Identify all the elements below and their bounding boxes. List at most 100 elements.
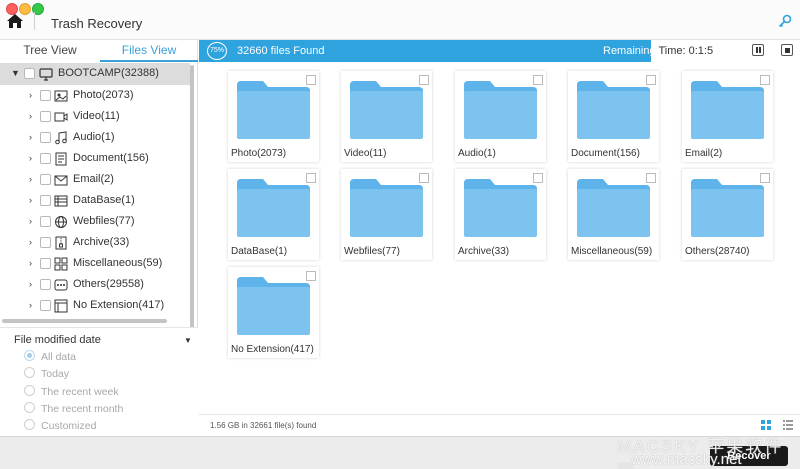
folder-card[interactable]: No Extension(417) bbox=[228, 267, 319, 358]
folder-card[interactable]: Document(156) bbox=[568, 71, 659, 162]
key-icon[interactable] bbox=[778, 14, 792, 28]
tree-item-checkbox[interactable] bbox=[40, 90, 51, 101]
grid-view-icon[interactable] bbox=[761, 420, 771, 430]
folder-card[interactable]: Others(28740) bbox=[682, 169, 773, 260]
tree-item-document[interactable]: › Document(156) bbox=[0, 148, 190, 169]
title-bar: Trash Recovery bbox=[0, 0, 800, 40]
pause-button[interactable] bbox=[752, 44, 764, 56]
tree-item-no-extension[interactable]: › No Extension(417) bbox=[0, 295, 190, 316]
tab-tree-view[interactable]: Tree View bbox=[0, 40, 100, 62]
folder-label: Others(28740) bbox=[685, 246, 750, 257]
filter-title[interactable]: File modified date bbox=[14, 334, 101, 346]
chevron-right-icon[interactable]: › bbox=[29, 175, 37, 184]
tree-item-label: Webfiles(77) bbox=[73, 215, 135, 227]
folder-icon bbox=[464, 179, 537, 237]
folder-label: DataBase(1) bbox=[231, 246, 288, 257]
tree-list: ▼ BOOTCAMP(32388) › Photo(2073) › Video(… bbox=[0, 63, 198, 358]
tree-item-database[interactable]: › DataBase(1) bbox=[0, 190, 190, 211]
tree-item-label: Email(2) bbox=[73, 173, 114, 185]
tree-item-checkbox[interactable] bbox=[40, 195, 51, 206]
tree-item-checkbox[interactable] bbox=[40, 111, 51, 122]
tree-item-others[interactable]: › Others(29558) bbox=[0, 274, 190, 295]
radio-today[interactable] bbox=[24, 367, 35, 378]
chevron-right-icon[interactable]: › bbox=[29, 301, 37, 310]
tree-item-checkbox[interactable] bbox=[40, 174, 51, 185]
tree-item-checkbox[interactable] bbox=[40, 279, 51, 290]
radio-customized[interactable] bbox=[24, 419, 35, 430]
folder-card[interactable]: Audio(1) bbox=[455, 71, 546, 162]
folder-card[interactable]: Webfiles(77) bbox=[341, 169, 432, 260]
tree-item-checkbox[interactable] bbox=[40, 300, 51, 311]
misc-icon bbox=[54, 257, 68, 271]
folder-card[interactable]: Email(2) bbox=[682, 71, 773, 162]
app-title: Trash Recovery bbox=[51, 16, 143, 31]
folder-icon bbox=[577, 179, 650, 237]
chevron-right-icon[interactable]: › bbox=[29, 259, 37, 268]
chevron-right-icon[interactable]: › bbox=[29, 196, 37, 205]
tree-item-miscellaneous[interactable]: › Miscellaneous(59) bbox=[0, 253, 190, 274]
folder-label: Miscellaneous(59) bbox=[571, 246, 653, 257]
home-icon[interactable] bbox=[6, 13, 24, 29]
tree-item-checkbox[interactable] bbox=[40, 153, 51, 164]
email-icon bbox=[54, 175, 68, 186]
radio-all-data[interactable] bbox=[24, 350, 35, 361]
tree-vertical-scrollbar[interactable] bbox=[190, 65, 194, 350]
folder-card[interactable]: Miscellaneous(59) bbox=[568, 169, 659, 260]
tree-root-label: BOOTCAMP(32388) bbox=[58, 67, 159, 79]
folder-icon bbox=[237, 277, 310, 335]
folder-card[interactable]: Archive(33) bbox=[455, 169, 546, 260]
tree-item-label: Archive(33) bbox=[73, 236, 130, 248]
chevron-right-icon[interactable]: › bbox=[29, 154, 37, 163]
tree-item-archive[interactable]: › Archive(33) bbox=[0, 232, 190, 253]
tree-item-checkbox[interactable] bbox=[40, 132, 51, 143]
folder-label: Video(11) bbox=[344, 148, 387, 159]
expand-down-icon[interactable]: ▼ bbox=[11, 69, 20, 78]
title-separator bbox=[34, 12, 35, 30]
chevron-right-icon[interactable]: › bbox=[29, 91, 37, 100]
chevron-right-icon[interactable]: › bbox=[29, 133, 37, 142]
tree-item-email[interactable]: › Email(2) bbox=[0, 169, 190, 190]
radio-label: The recent week bbox=[41, 386, 119, 398]
tree-item-checkbox[interactable] bbox=[40, 216, 51, 227]
radio-label: Today bbox=[41, 368, 70, 380]
tree-root-row[interactable]: ▼ BOOTCAMP(32388) bbox=[0, 63, 190, 85]
folder-label: Email(2) bbox=[685, 148, 723, 159]
folder-icon bbox=[350, 179, 423, 237]
folder-card[interactable]: DataBase(1) bbox=[228, 169, 319, 260]
stop-button[interactable] bbox=[781, 44, 793, 56]
radio-label: Customized bbox=[41, 420, 97, 432]
tree-item-audio[interactable]: › Audio(1) bbox=[0, 127, 190, 148]
folder-icon bbox=[577, 81, 650, 139]
watermark-line2: www.macsky.net bbox=[631, 451, 742, 468]
tree-item-photo[interactable]: › Photo(2073) bbox=[0, 85, 190, 106]
tree-item-webfiles[interactable]: › Webfiles(77) bbox=[0, 211, 190, 232]
files-found-text: 32660 files Found bbox=[237, 45, 325, 57]
radio-label: The recent month bbox=[41, 403, 124, 415]
chevron-right-icon[interactable]: › bbox=[29, 280, 37, 289]
folder-card[interactable]: Photo(2073) bbox=[228, 71, 319, 162]
tree-item-checkbox[interactable] bbox=[40, 237, 51, 248]
tree-item-checkbox[interactable] bbox=[40, 258, 51, 269]
tab-files-view[interactable]: Files View bbox=[100, 40, 198, 62]
monitor-icon bbox=[39, 68, 53, 81]
date-filter-panel: File modified date ▼ All data Today The … bbox=[0, 327, 198, 436]
chevron-right-icon[interactable]: › bbox=[29, 238, 37, 247]
list-view-icon[interactable] bbox=[783, 420, 793, 430]
folder-label: Document(156) bbox=[571, 148, 640, 159]
folder-card[interactable]: Video(11) bbox=[341, 71, 432, 162]
radio-recent-month[interactable] bbox=[24, 402, 35, 413]
photo-icon bbox=[54, 90, 68, 102]
database-icon bbox=[54, 195, 68, 207]
tree-horizontal-scrollbar[interactable] bbox=[2, 319, 167, 323]
folder-icon bbox=[691, 179, 764, 237]
tree-item-video[interactable]: › Video(11) bbox=[0, 106, 190, 127]
root-checkbox[interactable] bbox=[24, 68, 35, 79]
folder-icon bbox=[464, 81, 537, 139]
radio-recent-week[interactable] bbox=[24, 385, 35, 396]
radio-label: All data bbox=[41, 351, 77, 363]
tree-item-label: Document(156) bbox=[73, 152, 149, 164]
folder-label: Audio(1) bbox=[458, 148, 496, 159]
chevron-down-icon[interactable]: ▼ bbox=[184, 336, 192, 345]
chevron-right-icon[interactable]: › bbox=[29, 112, 37, 121]
chevron-right-icon[interactable]: › bbox=[29, 217, 37, 226]
